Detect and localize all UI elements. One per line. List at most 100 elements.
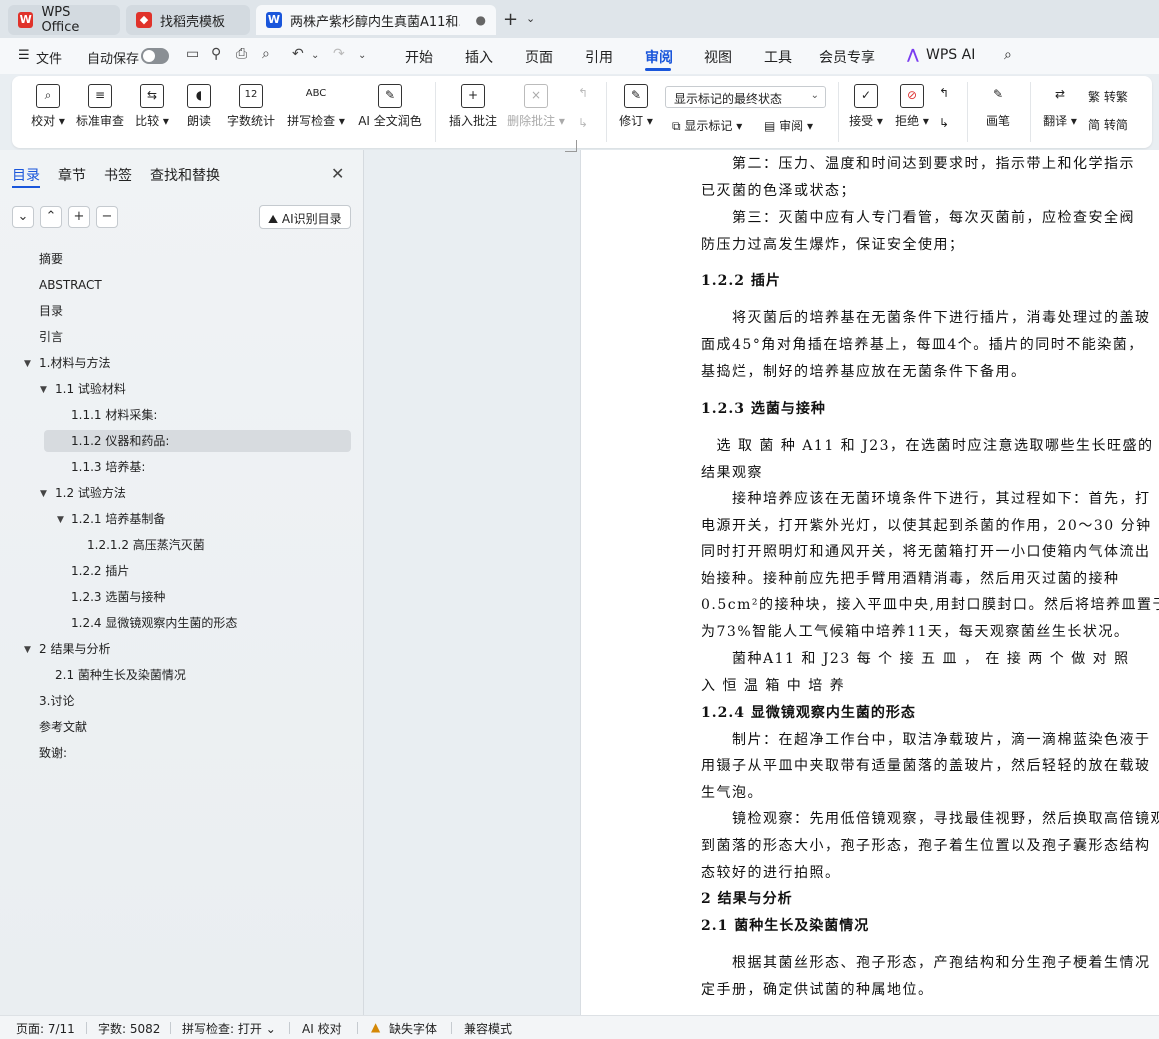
menu-page[interactable]: 页面 xyxy=(525,47,553,67)
add-heading-button[interactable]: + xyxy=(68,206,90,228)
ai-polish-button[interactable]: ✎ AI 全文润色 xyxy=(356,84,424,142)
translate-button[interactable]: ⇄ 翻译 ▾ xyxy=(1040,84,1080,142)
ai-recognize-toc-button[interactable]: ⛰ AI识别目录 xyxy=(259,205,351,229)
new-tab-plus-icon[interactable]: + xyxy=(503,9,518,30)
toc-item[interactable]: 1.2.3 选菌与接种 xyxy=(71,586,165,608)
insert-comment-button[interactable]: + 插入批注 xyxy=(447,84,499,142)
toc-item[interactable]: 1.1.3 培养基: xyxy=(71,456,145,478)
print-icon[interactable]: ⎙ xyxy=(236,46,247,62)
read-aloud-button[interactable]: ◖ 朗读 xyxy=(182,84,216,142)
standard-review-button[interactable]: ≡ 标准审查 xyxy=(74,84,126,142)
prev-comment-icon[interactable]: ↰ xyxy=(578,86,588,100)
print-preview-icon[interactable]: ⌕ xyxy=(262,46,270,62)
ai-proofread-status[interactable]: AI 校对 xyxy=(302,1020,342,1037)
doc-line: 面成45°角对角插在培养基上，每皿4个。插片的同时不能染菌， xyxy=(701,337,1144,353)
collapse-all-button[interactable]: ⌄ xyxy=(12,206,34,228)
expand-up-button[interactable]: ⌃ xyxy=(40,206,62,228)
toc-item[interactable]: 1.2.2 插片 xyxy=(71,560,129,582)
brush-button[interactable]: ✎ 画笔 xyxy=(978,84,1018,142)
compare-button[interactable]: ⇆ 比较 ▾ xyxy=(132,84,172,142)
revise-button[interactable]: ✎ 修订 ▾ xyxy=(616,84,656,142)
toc-item[interactable]: 1.2 试验方法 xyxy=(55,482,126,504)
save-icon[interactable]: ▭ xyxy=(186,46,199,62)
menu-wps-ai[interactable]: WPS AI xyxy=(926,47,975,63)
remove-heading-button[interactable]: − xyxy=(96,206,118,228)
ribbon-separator xyxy=(435,82,436,142)
tab-template[interactable]: ◆ 找稻壳模板 xyxy=(126,5,250,35)
toc-item[interactable]: 1.材料与方法 xyxy=(39,352,110,374)
word-count-button[interactable]: 12 字数统计 xyxy=(224,84,278,142)
to-simplified-button[interactable]: 简 转简 xyxy=(1088,116,1128,133)
read-aloud-label: 朗读 xyxy=(186,114,211,128)
to-traditional-button[interactable]: 繁 转繁 xyxy=(1088,88,1128,105)
show-markup-select[interactable]: 显示标记的最终状态 ⌄ xyxy=(665,86,826,108)
tab-close-dot-icon[interactable]: ● xyxy=(476,13,486,27)
prev-change-icon[interactable]: ↰ xyxy=(939,86,949,100)
toc-item[interactable]: 摘要 xyxy=(39,248,63,270)
missing-font-status[interactable]: 缺失字体 xyxy=(389,1020,437,1037)
collapse-triangle-icon[interactable]: ▼ xyxy=(40,385,47,395)
undo-chevron-icon[interactable]: ⌄ xyxy=(311,50,319,61)
more-chevron-icon[interactable]: ⌄ xyxy=(358,50,366,61)
tab-document[interactable]: W 两株产紫杉醇内生真菌A11和... ● xyxy=(256,5,496,35)
document-page[interactable]: 第二：压力、温度和时间达到要求时，指示带上和化学指示 已灭菌的色泽或状态； 第三… xyxy=(580,150,1159,1015)
close-icon[interactable]: ✕ xyxy=(331,164,344,183)
share-icon[interactable]: ⚲ xyxy=(211,46,221,62)
menu-start[interactable]: 开始 xyxy=(405,47,433,67)
toc-item[interactable]: 1.1.1 材料采集: xyxy=(71,404,157,426)
accept-button[interactable]: ✓ 接受 ▾ xyxy=(846,84,886,142)
collapse-triangle-icon[interactable]: ▼ xyxy=(40,489,47,499)
toc-item[interactable]: 1.1 试验材料 xyxy=(55,378,126,400)
toc-item[interactable]: 目录 xyxy=(39,300,63,322)
page-indicator[interactable]: 页面: 7/11 xyxy=(16,1020,75,1037)
next-change-icon[interactable]: ↳ xyxy=(939,116,949,130)
autosave-toggle[interactable] xyxy=(141,48,169,64)
hamburger-icon[interactable]: ☰ xyxy=(18,48,30,63)
toc-item[interactable]: 2 结果与分析 xyxy=(39,638,110,660)
proofread-button[interactable]: ⌕ 校对 ▾ xyxy=(28,84,68,142)
doc-line: 防压力过高发生爆炸，保证安全使用； xyxy=(701,237,965,253)
reject-button[interactable]: ⊘ 拒绝 ▾ xyxy=(892,84,932,142)
status-bar: 页面: 7/11 字数: 5082 拼写检查: 打开 ⌄ AI 校对 ▲ 缺失字… xyxy=(0,1015,1159,1039)
toc-item[interactable]: 3.讨论 xyxy=(39,690,74,712)
file-menu[interactable]: 文件 xyxy=(36,48,62,67)
collapse-triangle-icon[interactable]: ▼ xyxy=(24,359,31,369)
menu-tools[interactable]: 工具 xyxy=(764,47,792,67)
toc-item[interactable]: 1.2.1.2 高压蒸汽灭菌 xyxy=(87,534,205,556)
delete-comment-label: 删除批注 xyxy=(507,114,556,128)
spell-check-button[interactable]: ABC 拼写检查 ▾ xyxy=(286,84,346,142)
toc-item-selected[interactable]: 1.1.2 仪器和药品: xyxy=(44,430,351,452)
status-separator xyxy=(357,1022,358,1034)
tab-bookmarks[interactable]: 书签 xyxy=(104,165,132,185)
toc-item[interactable]: 引言 xyxy=(39,326,63,348)
tab-toc[interactable]: 目录 xyxy=(12,165,40,185)
toc-item[interactable]: ABSTRACT xyxy=(39,274,102,296)
toc-item[interactable]: 参考文献 xyxy=(39,716,87,738)
toc-item[interactable]: 1.2.4 显微镜观察内生菌的形态 xyxy=(71,612,237,634)
menu-review[interactable]: 审阅 xyxy=(645,47,673,67)
word-count-status[interactable]: 字数: 5082 xyxy=(98,1020,160,1037)
tab-sections[interactable]: 章节 xyxy=(58,165,86,185)
redo-icon[interactable]: ↷ xyxy=(333,46,345,62)
spell-check-status[interactable]: 拼写检查: 打开 ⌄ xyxy=(182,1020,276,1037)
toc-item[interactable]: 1.2.1 培养基制备 xyxy=(71,508,165,530)
delete-comment-button[interactable]: × 删除批注 ▾ xyxy=(507,84,565,142)
menu-insert[interactable]: 插入 xyxy=(465,47,493,67)
doc-line: 根据其菌丝形态、孢子形态，产孢结构和分生孢子梗着生情况 xyxy=(701,955,1151,971)
toc-item[interactable]: 致谢: xyxy=(39,742,67,764)
tab-wps-office[interactable]: W WPS Office xyxy=(8,5,120,35)
review-pane-button[interactable]: ▤ 审阅 ▾ xyxy=(764,117,813,134)
collapse-triangle-icon[interactable]: ▼ xyxy=(57,515,64,525)
tab-find-replace[interactable]: 查找和替换 xyxy=(150,165,220,185)
next-comment-icon[interactable]: ↳ xyxy=(578,116,588,130)
collapse-triangle-icon[interactable]: ▼ xyxy=(24,645,31,655)
menu-view[interactable]: 视图 xyxy=(704,47,732,67)
tab-list-chevron-icon[interactable]: ⌄ xyxy=(526,12,535,25)
menu-reference[interactable]: 引用 xyxy=(585,47,613,67)
accept-label: 接受 xyxy=(849,114,874,128)
undo-icon[interactable]: ↶ xyxy=(292,46,304,62)
show-markup-button[interactable]: ⧉ 显示标记 ▾ xyxy=(672,117,742,134)
toc-item[interactable]: 2.1 菌种生长及染菌情况 xyxy=(55,664,186,686)
search-icon[interactable]: ⌕ xyxy=(1004,47,1012,63)
menu-member[interactable]: 会员专享 xyxy=(819,47,875,67)
